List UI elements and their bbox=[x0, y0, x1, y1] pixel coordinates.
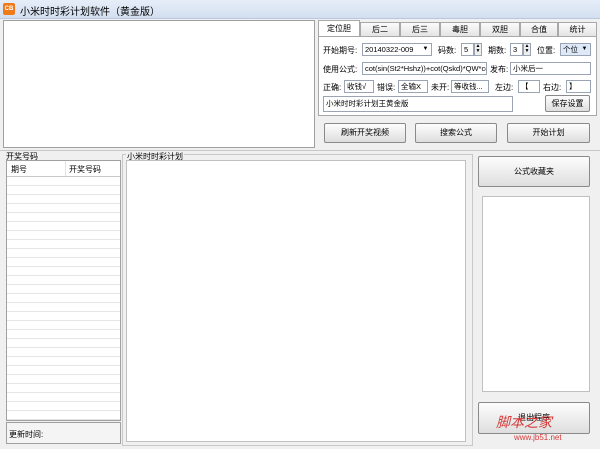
window-title: 小米时时彩计划软件（黄金版） bbox=[20, 7, 160, 18]
software-name-input[interactable]: 小米时时彩计划王黄金版 bbox=[323, 96, 513, 112]
table-rows bbox=[7, 177, 120, 420]
period-count-stepper[interactable]: ▲ ▼ bbox=[523, 43, 531, 56]
update-time-label: 更新时间: bbox=[9, 430, 44, 439]
publish-input[interactable]: 小米后一 bbox=[510, 62, 591, 75]
start-plan-button[interactable]: 开始计划 bbox=[507, 123, 590, 143]
column-header-number: 开奖号码 bbox=[69, 165, 101, 174]
tab-shuangdan[interactable]: 双胆 bbox=[480, 22, 520, 37]
table-header: 期号 开奖号码 bbox=[7, 161, 120, 177]
wrong-input[interactable]: 全输X bbox=[398, 80, 428, 93]
watermark-url: www.jb51.net bbox=[514, 433, 562, 442]
wrong-label: 错误: bbox=[377, 83, 396, 92]
right-input[interactable]: 】 bbox=[566, 80, 591, 93]
video-panel bbox=[3, 20, 315, 148]
code-count-label: 码数: bbox=[438, 46, 457, 55]
right-label: 右边: bbox=[543, 83, 562, 92]
update-time-bar: 更新时间: bbox=[6, 422, 121, 444]
period-count-input[interactable]: 3 bbox=[510, 43, 523, 56]
correct-label: 正确: bbox=[323, 83, 342, 92]
start-period-value: 20140322-009 bbox=[365, 45, 414, 54]
formula-favorites-button[interactable]: 公式收藏夹 bbox=[478, 156, 590, 187]
position-dropdown[interactable]: 个位 ▼ bbox=[560, 43, 591, 56]
column-header-period: 期号 bbox=[11, 165, 27, 174]
chevron-down-icon: ▼ bbox=[581, 46, 588, 52]
start-period-dropdown[interactable]: 20140322-009 ▼ bbox=[362, 43, 432, 56]
divider bbox=[0, 150, 600, 151]
app-icon: CB bbox=[3, 3, 15, 15]
publish-label: 发布: bbox=[490, 65, 509, 74]
tab-dingweidan[interactable]: 定位胆 bbox=[318, 20, 360, 37]
tab-dudan[interactable]: 毒胆 bbox=[440, 22, 480, 37]
tab-housan[interactable]: 后三 bbox=[400, 22, 440, 37]
formula-label: 使用公式: bbox=[323, 65, 358, 74]
title-bar: CB 小米时时彩计划软件（黄金版） bbox=[0, 0, 600, 19]
formula-input[interactable]: cot(sin(St2*Hshz))+cot(Qskd)*QW*cc bbox=[362, 62, 487, 75]
tab-tongji[interactable]: 统计 bbox=[558, 22, 597, 37]
code-count-stepper[interactable]: ▲ ▼ bbox=[474, 43, 482, 56]
position-value: 个位 bbox=[563, 45, 578, 54]
left-input[interactable]: 【 bbox=[518, 80, 540, 93]
unopened-input[interactable]: 等收钱... bbox=[451, 80, 489, 93]
down-arrow-icon: ▼ bbox=[475, 48, 481, 54]
save-settings-button[interactable]: 保存设置 bbox=[545, 95, 590, 112]
draw-list-table[interactable]: 期号 开奖号码 bbox=[6, 160, 121, 421]
search-formula-button[interactable]: 搜索公式 bbox=[415, 123, 497, 143]
plan-text-area[interactable] bbox=[126, 160, 466, 442]
correct-input[interactable]: 收钱√ bbox=[344, 80, 374, 93]
refresh-video-button[interactable]: 刷新开奖视频 bbox=[324, 123, 406, 143]
down-arrow-icon: ▼ bbox=[524, 48, 530, 54]
code-count-input[interactable]: 5 bbox=[461, 43, 474, 56]
period-count-label: 期数: bbox=[488, 46, 507, 55]
left-label: 左边: bbox=[495, 83, 514, 92]
tab-houer[interactable]: 后二 bbox=[360, 22, 400, 37]
position-label: 位置: bbox=[537, 46, 556, 55]
start-period-label: 开始期号: bbox=[323, 46, 358, 55]
chevron-down-icon: ▼ bbox=[422, 46, 429, 52]
tab-bar: 定位胆 后二 后三 毒胆 双胆 合值 统计 bbox=[318, 20, 597, 37]
unopened-label: 未开: bbox=[431, 83, 450, 92]
tab-hezhi[interactable]: 合值 bbox=[520, 22, 558, 37]
watermark-text: 脚本之家 bbox=[496, 415, 552, 431]
favorites-list[interactable] bbox=[482, 196, 590, 392]
